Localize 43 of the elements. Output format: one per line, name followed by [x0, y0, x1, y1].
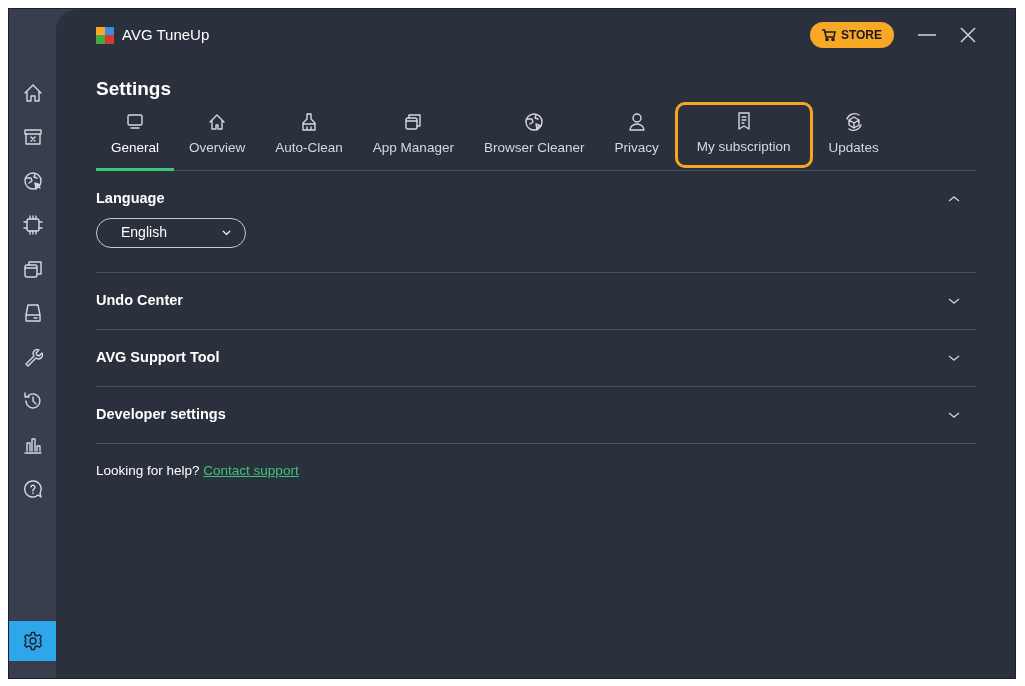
section-title: Undo Center	[96, 290, 183, 310]
section-title: Language	[96, 188, 165, 208]
settings-tab[interactable]: Privacy	[599, 109, 674, 171]
section-title: AVG Support Tool	[96, 347, 220, 367]
page-title: Settings	[96, 77, 172, 101]
help-text: Looking for help? Contact support	[96, 461, 300, 480]
minimize-icon	[918, 34, 936, 36]
chevron-down-icon	[222, 229, 231, 236]
globe-cursor-icon	[22, 171, 43, 191]
settings-tab[interactable]: Auto-Clean	[260, 109, 358, 171]
person-icon	[626, 111, 647, 132]
contact-support-link[interactable]: Contact support	[203, 462, 299, 478]
app-logo-icon	[96, 26, 114, 44]
windows-icon	[403, 111, 424, 132]
cart-icon	[821, 29, 836, 41]
app-title: AVG TuneUp	[122, 24, 210, 45]
windows-icon	[22, 259, 43, 279]
store-button[interactable]: STORE	[809, 22, 894, 48]
bar-chart-icon	[22, 435, 43, 455]
settings-tab[interactable]: General	[96, 109, 175, 171]
archive-box-icon	[22, 127, 43, 147]
chevron-down-icon[interactable]	[948, 410, 960, 419]
settings-tab[interactable]: My subscription	[676, 103, 811, 166]
chevron-up-icon[interactable]	[948, 194, 960, 203]
globe-cursor-icon	[524, 111, 545, 132]
close-icon	[960, 27, 976, 43]
history-icon	[22, 391, 43, 411]
settings-tab[interactable]: Updates	[813, 109, 894, 171]
home-icon	[22, 83, 43, 103]
chevron-down-icon[interactable]	[948, 353, 960, 362]
chip-icon	[22, 215, 43, 235]
close-button[interactable]	[960, 27, 976, 43]
settings-icon	[22, 631, 43, 651]
settings-tab[interactable]: Browser Cleaner	[468, 109, 600, 171]
settings-button[interactable]	[9, 621, 56, 661]
monitor-icon	[125, 111, 145, 132]
settings-tab[interactable]: Overview	[174, 109, 261, 171]
help-bubble-icon	[22, 479, 43, 499]
section-title: Developer settings	[96, 404, 226, 424]
box-refresh-icon	[843, 111, 864, 132]
settings-tab[interactable]: App Manager	[357, 109, 469, 171]
chevron-down-icon[interactable]	[948, 296, 960, 305]
drive-icon	[22, 303, 43, 323]
